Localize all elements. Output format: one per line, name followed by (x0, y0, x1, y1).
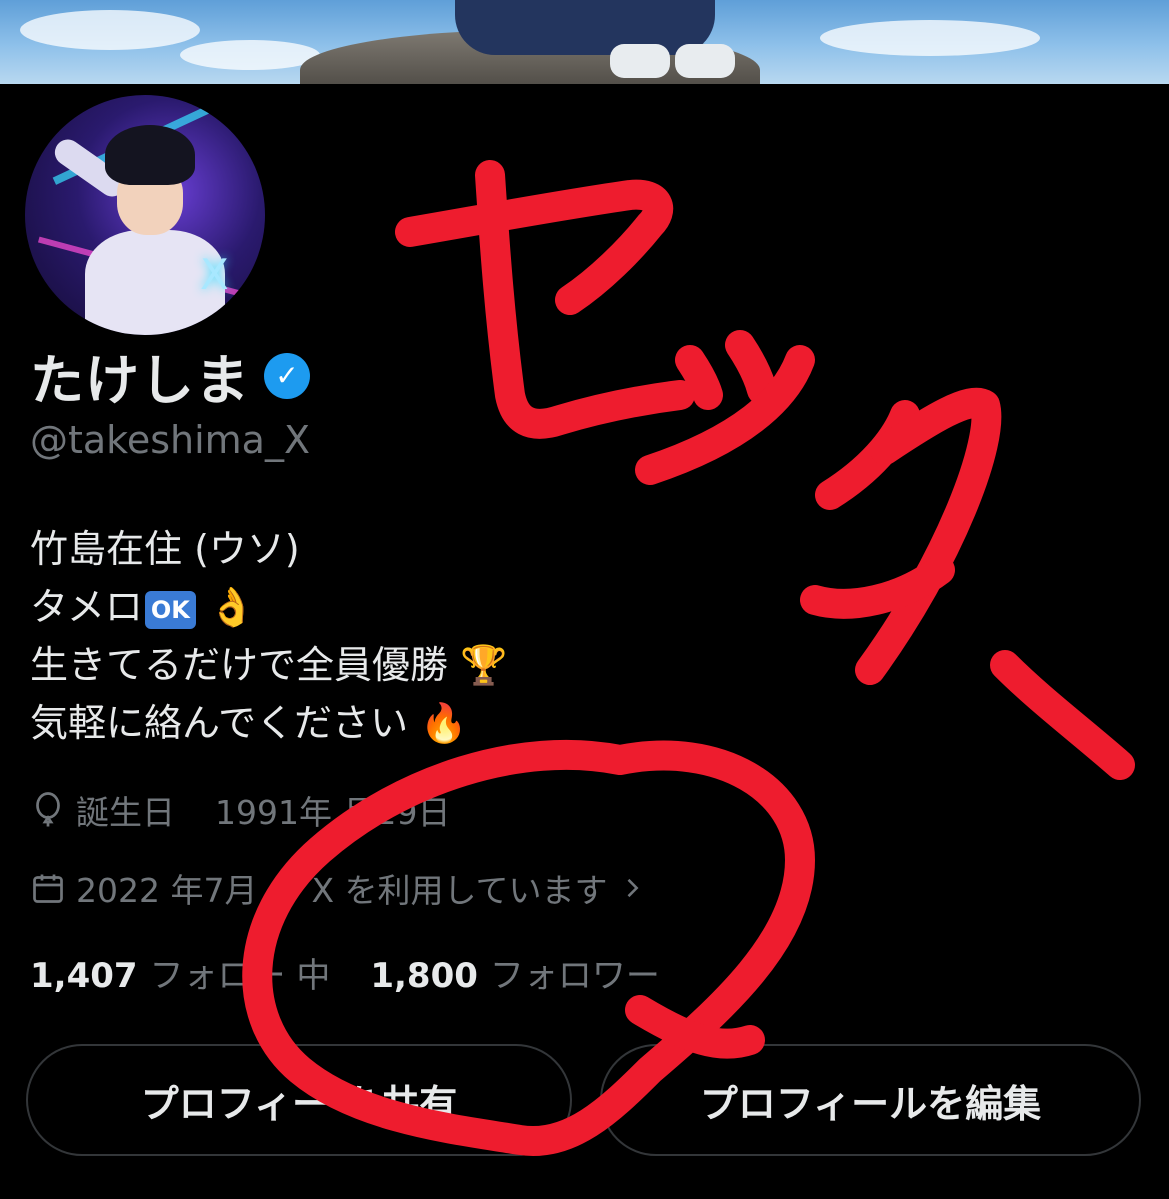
following-label: フォロー 中 (149, 956, 331, 996)
bio-line: タメロ OK 👌 (30, 578, 507, 636)
bio-line: 生きてるだけで全員優勝 🏆 (30, 636, 507, 694)
profile-banner[interactable] (0, 0, 1169, 84)
ok-hand-emoji: 👌 (207, 585, 256, 629)
followers-stat[interactable]: 1,800 フォロワー (370, 948, 660, 997)
banner-shoe (610, 44, 670, 78)
banner-cloud (180, 40, 320, 70)
share-profile-button[interactable]: プロフィー を共有 (26, 1044, 572, 1156)
edit-profile-button[interactable]: プロフィールを編集 (600, 1044, 1141, 1156)
balloon-icon (36, 792, 60, 827)
bio-text: 気軽に絡んでください (30, 701, 409, 745)
annotation-stroke (800, 555, 955, 619)
annotation-stroke (635, 345, 815, 485)
joined-text: 2022 年7月 ら X を利用しています (76, 871, 608, 910)
following-stat[interactable]: 1,407 フォロー 中 (30, 948, 330, 997)
calendar-icon (33, 874, 63, 903)
birthday-label: 誕生日 (76, 793, 175, 832)
joined-row[interactable]: 2022 年7月 ら X を利用しています (30, 864, 646, 912)
ok-emoji: OK (144, 590, 196, 629)
bio-line: 竹島在住 (ウソ) (30, 527, 300, 571)
followers-count: 1,800 (370, 956, 478, 996)
verified-badge-icon[interactable]: ✓ (264, 352, 310, 399)
fire-emoji: 🔥 (420, 701, 468, 745)
avatar-x-logo: X (200, 250, 229, 299)
following-count: 1,407 (30, 956, 138, 996)
birthday-value: 1991年 月29日 (215, 793, 451, 832)
followers-label: フォロワー (489, 956, 660, 996)
annotation-stroke (855, 387, 1002, 685)
birthday-row: 誕生日 1991年 月29日 (30, 786, 450, 834)
name-row: たけしま ✓ (30, 336, 310, 415)
trophy-emoji: 🏆 (460, 643, 508, 687)
bio-text: タメロ (30, 585, 143, 629)
annotation-stroke (475, 160, 695, 439)
avatar-hair (105, 125, 195, 185)
annotation-stroke (625, 995, 765, 1059)
profile-bio: 竹島在住 (ウソ) タメロ OK 👌 生きてるだけで全員優勝 🏆 気軽に絡んでくだ… (30, 520, 507, 752)
profile-avatar[interactable]: X (18, 88, 272, 342)
annotation-stroke (990, 650, 1135, 780)
banner-cloud (20, 10, 200, 50)
annotation-stroke (725, 330, 777, 405)
display-name: たけしま (30, 349, 250, 412)
bio-line: 気軽に絡んでください 🔥 (30, 694, 507, 752)
chevron-right-icon (627, 878, 639, 898)
banner-cloud (820, 20, 1040, 56)
annotation-stroke (815, 400, 920, 510)
user-handle: @takeshima_X (30, 418, 310, 462)
annotation-stroke (395, 179, 674, 315)
bio-text: 生きてるだけで全員優勝 (30, 643, 449, 687)
annotation-stroke (675, 345, 723, 410)
follow-stats: 1,407 フォロー 中 1,800 フォロワー (30, 948, 660, 997)
banner-shoe (675, 44, 735, 78)
banner-figure (455, 0, 715, 55)
